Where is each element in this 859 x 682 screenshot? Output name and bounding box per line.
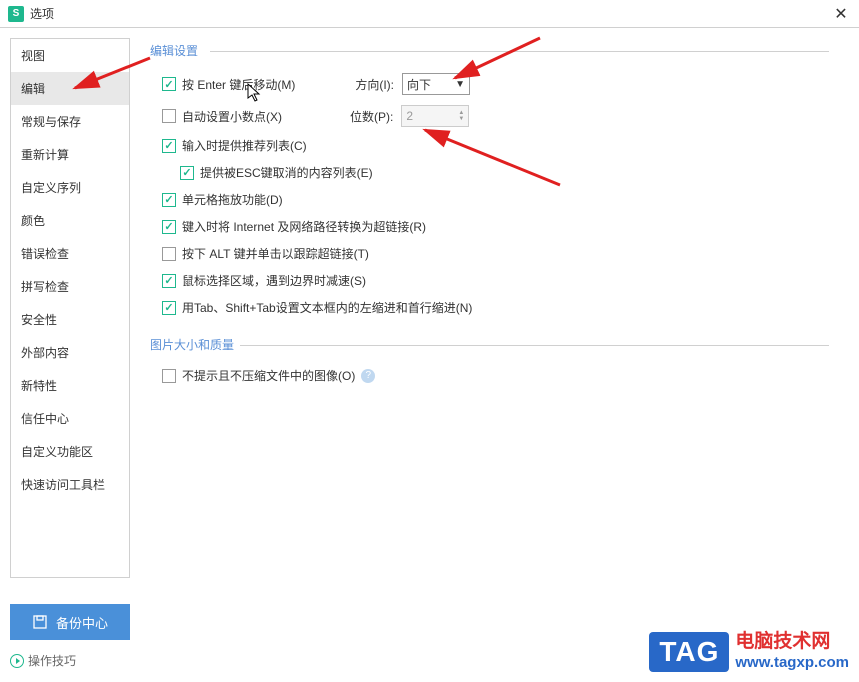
- sidebar-item-external[interactable]: 外部内容: [11, 336, 129, 369]
- row-tab-indent: 用Tab、Shift+Tab设置文本框内的左缩进和首行缩进(N): [150, 299, 829, 316]
- spinner-arrows-icon: ▲▼: [458, 110, 464, 122]
- sidebar-item-security[interactable]: 安全性: [11, 303, 129, 336]
- sidebar-item-view[interactable]: 视图: [11, 39, 129, 72]
- play-circle-icon: [10, 654, 24, 668]
- sidebar-item-recalc[interactable]: 重新计算: [11, 138, 129, 171]
- checkbox-auto-decimal[interactable]: [162, 109, 176, 123]
- row-enter-move: 按 Enter 键后移动(M) 方向(I): 向下 ▼: [150, 73, 829, 95]
- tips-label: 操作技巧: [28, 652, 76, 669]
- content-panel: 编辑设置 按 Enter 键后移动(M) 方向(I): 向下 ▼ 自动设置小数点…: [130, 38, 849, 578]
- label-auto-decimal: 自动设置小数点(X): [182, 108, 282, 125]
- sidebar-item-spell-check[interactable]: 拼写检查: [11, 270, 129, 303]
- sidebar-item-trust-center[interactable]: 信任中心: [11, 402, 129, 435]
- backup-label: 备份中心: [56, 613, 108, 632]
- label-enter-move: 按 Enter 键后移动(M): [182, 76, 295, 93]
- sidebar-item-quick-access[interactable]: 快速访问工具栏: [11, 468, 129, 501]
- checkbox-alt-click[interactable]: [162, 247, 176, 261]
- watermark: TAG 电脑技术网 www.tagxp.com: [649, 631, 849, 672]
- sidebar-item-custom-ribbon[interactable]: 自定义功能区: [11, 435, 129, 468]
- sidebar-item-color[interactable]: 颜色: [11, 204, 129, 237]
- digits-value: 2: [406, 109, 413, 123]
- section-title-edit: 编辑设置: [150, 42, 829, 59]
- watermark-tag: TAG: [649, 632, 729, 672]
- digits-control: 位数(P): 2 ▲▼: [350, 105, 469, 127]
- sidebar-item-custom-list[interactable]: 自定义序列: [11, 171, 129, 204]
- checkbox-esc-list[interactable]: [180, 166, 194, 180]
- row-esc-list: 提供被ESC键取消的内容列表(E): [150, 164, 829, 181]
- chevron-down-icon: ▼: [455, 79, 465, 90]
- digits-label: 位数(P):: [350, 108, 393, 125]
- label-suggest-list: 输入时提供推荐列表(C): [182, 137, 307, 154]
- row-hyperlink: 键入时将 Internet 及网络路径转换为超链接(R): [150, 218, 829, 235]
- checkbox-suggest-list[interactable]: [162, 139, 176, 153]
- backup-center-button[interactable]: 备份中心: [10, 604, 130, 640]
- app-icon: S: [8, 6, 24, 22]
- main-container: 视图 编辑 常规与保存 重新计算 自定义序列 颜色 错误检查 拼写检查 安全性 …: [0, 28, 859, 588]
- checkbox-hyperlink[interactable]: [162, 220, 176, 234]
- label-no-compress: 不提示且不压缩文件中的图像(O): [182, 367, 355, 384]
- label-drag-fill: 单元格拖放功能(D): [182, 191, 283, 208]
- row-drag-fill: 单元格拖放功能(D): [150, 191, 829, 208]
- label-mouse-select: 鼠标选择区域，遇到边界时减速(S): [182, 272, 366, 289]
- backup-icon: [32, 614, 48, 630]
- sidebar-item-edit[interactable]: 编辑: [11, 72, 129, 105]
- label-esc-list: 提供被ESC键取消的内容列表(E): [200, 164, 373, 181]
- sidebar-item-general-save[interactable]: 常规与保存: [11, 105, 129, 138]
- close-button[interactable]: ✕: [831, 4, 851, 24]
- label-tab-indent: 用Tab、Shift+Tab设置文本框内的左缩进和首行缩进(N): [182, 299, 472, 316]
- checkbox-tab-indent[interactable]: [162, 301, 176, 315]
- watermark-cn: 电脑技术网: [735, 631, 849, 654]
- fieldset-edit: 编辑设置 按 Enter 键后移动(M) 方向(I): 向下 ▼ 自动设置小数点…: [150, 42, 829, 316]
- window-title: 选项: [30, 5, 54, 22]
- checkbox-enter-move[interactable]: [162, 77, 176, 91]
- label-alt-click: 按下 ALT 键并单击以跟踪超链接(T): [182, 245, 369, 262]
- checkbox-drag-fill[interactable]: [162, 193, 176, 207]
- tips-link[interactable]: 操作技巧: [10, 652, 76, 669]
- digits-spinner: 2 ▲▼: [401, 105, 469, 127]
- label-hyperlink: 键入时将 Internet 及网络路径转换为超链接(R): [182, 218, 426, 235]
- row-no-compress: 不提示且不压缩文件中的图像(O) ?: [150, 367, 829, 384]
- section-title-image: 图片大小和质量: [150, 336, 829, 353]
- fieldset-image: 图片大小和质量 不提示且不压缩文件中的图像(O) ?: [150, 336, 829, 384]
- titlebar: S 选项 ✕: [0, 0, 859, 28]
- direction-control: 方向(I): 向下 ▼: [355, 73, 470, 95]
- watermark-url: www.tagxp.com: [735, 654, 849, 672]
- row-alt-click: 按下 ALT 键并单击以跟踪超链接(T): [150, 245, 829, 262]
- direction-value: 向下: [407, 76, 431, 93]
- sidebar: 视图 编辑 常规与保存 重新计算 自定义序列 颜色 错误检查 拼写检查 安全性 …: [10, 38, 130, 578]
- watermark-text: 电脑技术网 www.tagxp.com: [735, 631, 849, 672]
- row-auto-decimal: 自动设置小数点(X) 位数(P): 2 ▲▼: [150, 105, 829, 127]
- row-suggest-list: 输入时提供推荐列表(C): [150, 137, 829, 154]
- help-icon[interactable]: ?: [361, 369, 375, 383]
- titlebar-left: S 选项: [8, 5, 54, 22]
- sidebar-item-error-check[interactable]: 错误检查: [11, 237, 129, 270]
- direction-label: 方向(I):: [355, 76, 394, 93]
- checkbox-no-compress[interactable]: [162, 369, 176, 383]
- sidebar-item-new-features[interactable]: 新特性: [11, 369, 129, 402]
- row-mouse-select: 鼠标选择区域，遇到边界时减速(S): [150, 272, 829, 289]
- checkbox-mouse-select[interactable]: [162, 274, 176, 288]
- direction-select[interactable]: 向下 ▼: [402, 73, 470, 95]
